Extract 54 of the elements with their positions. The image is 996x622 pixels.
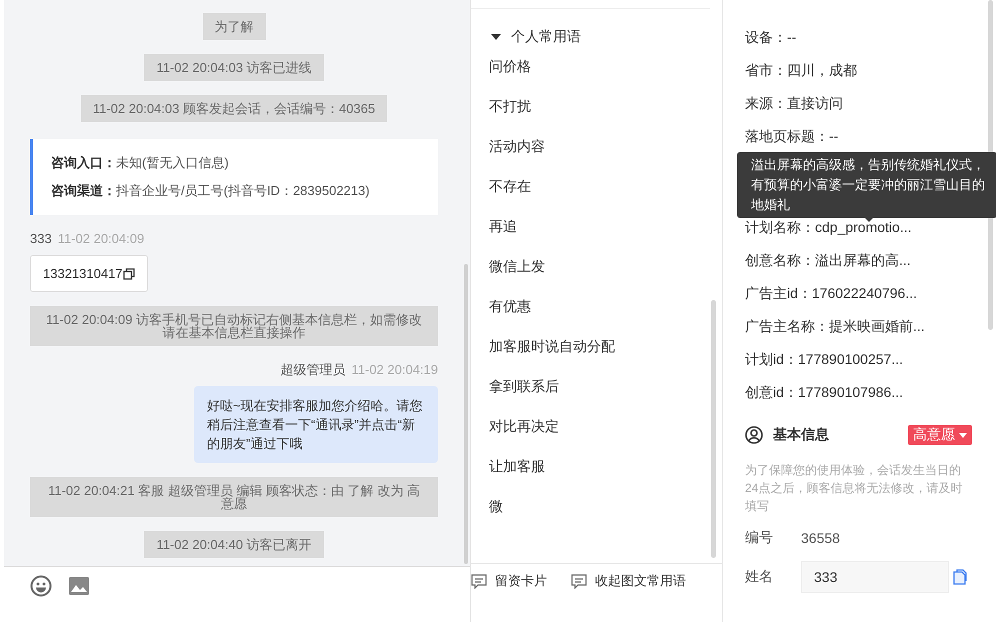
phrase-item[interactable]: 问价格 (489, 56, 722, 96)
message-text: 13321310417 (43, 266, 123, 281)
status-dropdown[interactable]: 高意愿 (908, 425, 972, 445)
field-value: 36558 (801, 530, 840, 546)
phrase-item[interactable]: 拿到联系后 (489, 376, 722, 416)
field-label: 编号 (745, 529, 774, 547)
emoji-icon[interactable] (30, 575, 52, 597)
phrase-item[interactable]: 再追 (489, 216, 722, 256)
system-message: 11-02 20:04:21 客服 超级管理员 编辑 顾客状态：由 了解 改为 高意愿 (30, 477, 438, 517)
phrase-item[interactable]: 微 (489, 496, 722, 536)
system-message: 11-02 20:04:09 访客手机号已自动标记右侧基本信息栏，如需修改请在基本信息栏直接操作 (30, 306, 438, 346)
system-message: 11-02 20:04:40 访客已离开 (144, 531, 324, 558)
source-field: 来源：直接访问 (745, 93, 996, 126)
phrase-item[interactable]: 有优惠 (489, 296, 722, 336)
message-time: 11-02 20:04:09 (58, 231, 144, 246)
scrollbar[interactable] (464, 264, 468, 564)
phrase-item[interactable]: 微信上发 (489, 256, 722, 296)
hint-text: 为了保障您的使用体验，会话发生当日的24点之后，顾客信息将无法修改，请及时填写 (745, 462, 964, 515)
info-line: 咨询入口：未知(暂无入口信息) (51, 154, 230, 172)
message-time: 11-02 20:04:19 (352, 362, 438, 377)
action-link[interactable]: 收起图文常用语 (571, 572, 686, 590)
message-icon (571, 574, 587, 588)
system-message: 11-02 20:04:03 顾客发起会话，会话编号：40365 (80, 95, 388, 122)
scrollbar[interactable] (711, 300, 716, 558)
source-field: 广告主id：176022240796... (745, 283, 996, 316)
sender-name: 333 (30, 231, 52, 246)
phrase-item[interactable]: 对比再决定 (489, 416, 722, 456)
copy-icon[interactable] (122, 268, 135, 280)
source-field: 创意名称：溢出屏幕的高... (745, 250, 996, 283)
action-link[interactable]: 留资卡片 (471, 572, 547, 590)
source-field: 省市：四川，成都 (745, 60, 996, 93)
phrase-item[interactable]: 不存在 (489, 176, 722, 216)
image-icon[interactable] (68, 575, 90, 597)
source-field: 广告主名称：提米映画婚前... (745, 316, 996, 349)
phrase-item[interactable]: 加客服时说自动分配 (489, 336, 722, 376)
caret-icon (959, 432, 967, 438)
source-field: 设备：-- (745, 27, 996, 60)
field-label: 姓名 (745, 568, 774, 586)
user-icon (745, 426, 763, 444)
phrase-item[interactable]: 活动内容 (489, 136, 722, 176)
phrase-item[interactable]: 让加客服 (489, 456, 722, 496)
source-field: 计划名称：cdp_promotio... (745, 217, 996, 250)
group-toggle[interactable]: 个人常用语 (491, 28, 581, 46)
input-field[interactable]: 333 (801, 561, 949, 593)
sender-name: 超级管理员 (280, 362, 346, 377)
info-line: 咨询渠道：抖音企业号/员工号(抖音号ID：2839502213) (51, 182, 371, 200)
phrase-item[interactable]: 不打扰 (489, 96, 722, 136)
system-message: 11-02 20:04:03 访客已进线 (144, 54, 324, 81)
system-message: 为了解 (202, 13, 266, 40)
source-field: 计划id：177890100257... (745, 349, 996, 382)
message-bubble: 好哒~现在安排客服加您介绍哈。请您稍后注意查看一下“通讯录”并点击“新的朋友”通过下哦 (194, 386, 438, 463)
source-field: 创意id：177890107986... (745, 382, 996, 415)
message-icon (471, 574, 487, 588)
section-title: 基本信息 (773, 426, 830, 444)
